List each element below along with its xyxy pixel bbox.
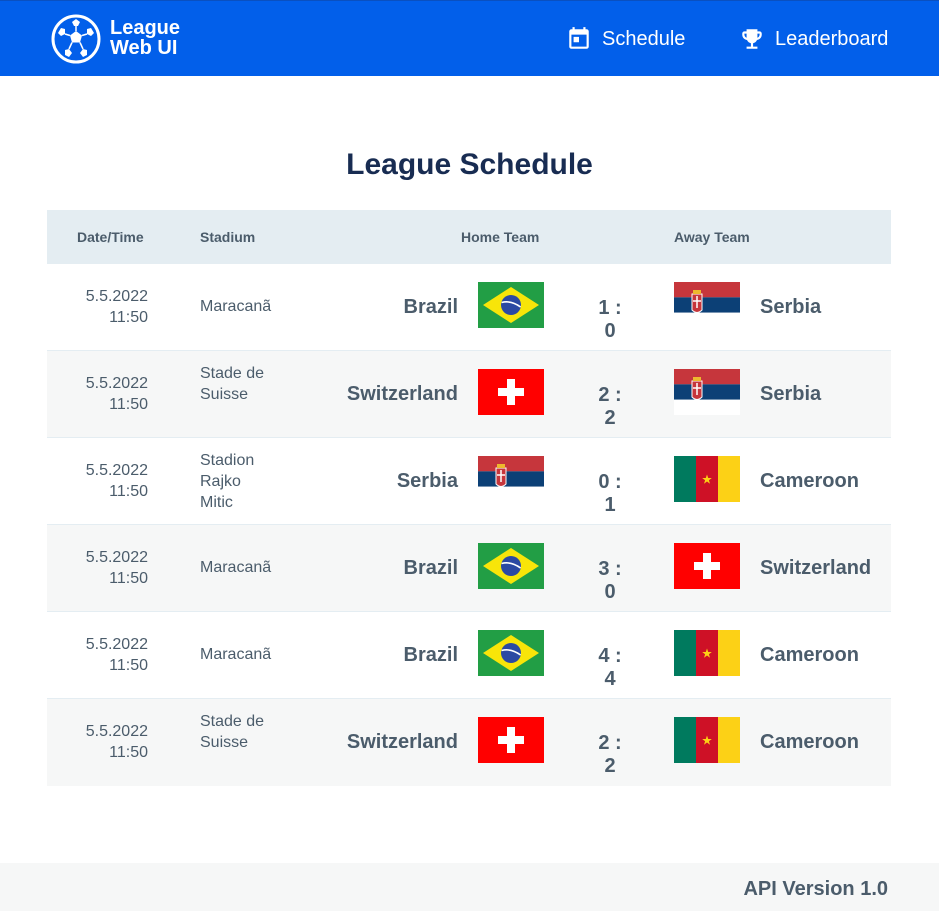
home-team-name: Brazil [403, 296, 458, 318]
away-team-name: Serbia [760, 296, 822, 318]
match-time: 11:50 [109, 744, 148, 761]
table-row[interactable]: 5.5.2022 11:50 Stadion Rajko Mitic Serbia 0 … [47, 438, 891, 525]
header-away-team: Away Team [674, 229, 750, 245]
brazil-flag-icon [478, 282, 544, 328]
match-stadium: Maracanã [200, 646, 272, 663]
match-score: 1 : 0 [598, 297, 622, 342]
match-time: 11:50 [109, 309, 148, 326]
match-date: 5.5.2022 [85, 288, 148, 305]
table-row[interactable]: 5.5.2022 11:50 Maracanã Brazil 4 : 4 Cameroon [47, 612, 891, 699]
match-datetime: 5.5.2022 11:50 [86, 373, 148, 415]
table-header: Date/Time Stadium Home Team Away Team [47, 210, 891, 264]
match-date: 5.5.2022 [85, 375, 148, 392]
match-stadium: Stade de Suisse [200, 713, 265, 751]
match-time: 11:50 [109, 396, 148, 413]
match-score: 2 : 2 [598, 384, 622, 429]
table-row[interactable]: 5.5.2022 11:50 Maracanã Brazil 3 : 0 Switzerl… [47, 525, 891, 612]
match-time: 11:50 [109, 483, 148, 500]
cameroon-flag-icon [674, 456, 740, 502]
header-datetime: Date/Time [77, 229, 144, 245]
logo-text: League Web UI [110, 18, 180, 58]
logo-line2: Web UI [110, 37, 178, 59]
logo-line1: League [110, 17, 181, 39]
match-stadium: Stadion Rajko Mitic [200, 452, 255, 511]
home-team-name: Brazil [403, 644, 458, 666]
switzerland-flag-icon [674, 543, 740, 589]
app-header: League Web UI Schedule Leaderboard [0, 0, 939, 76]
nav-leaderboard-label: Leaderboard [775, 27, 889, 50]
cameroon-flag-icon [674, 717, 740, 763]
table-body: 5.5.2022 11:50 Maracanã Brazil 1 : 0 Serbia 5.… [47, 264, 891, 786]
header-home-team: Home Team [461, 229, 540, 245]
match-datetime: 5.5.2022 11:50 [86, 460, 148, 502]
home-team-name: Switzerland [346, 383, 458, 405]
match-datetime: 5.5.2022 11:50 [86, 634, 148, 676]
match-date: 5.5.2022 [85, 636, 148, 653]
away-team-name: Cameroon [760, 470, 859, 492]
cameroon-flag-icon [674, 630, 740, 676]
match-datetime: 5.5.2022 11:50 [86, 547, 148, 589]
calendar-icon [569, 27, 589, 49]
schedule-table: Date/Time Stadium Home Team Away Team 5.… [47, 210, 891, 786]
nav-leaderboard-link[interactable]: Leaderboard [739, 1, 888, 77]
match-stadium: Stade de Suisse [200, 365, 265, 403]
away-team-name: Serbia [760, 383, 822, 405]
trophy-icon [742, 29, 762, 49]
match-datetime: 5.5.2022 11:50 [86, 721, 148, 763]
serbia-flag-icon [478, 456, 544, 502]
table-row[interactable]: 5.5.2022 11:50 Stade de Suisse Switzerland 2… [47, 351, 891, 438]
match-stadium: Maracanã [200, 298, 272, 315]
match-score: 4 : 4 [598, 645, 622, 690]
match-score: 3 : 0 [598, 558, 622, 603]
app-logo[interactable]: League Web UI [51, 14, 180, 64]
table-row[interactable]: 5.5.2022 11:50 Maracanã Brazil 1 : 0 Serbia [47, 264, 891, 351]
api-version: API Version 1.0 [743, 878, 888, 900]
home-team-name: Switzerland [346, 731, 458, 753]
table-row[interactable]: 5.5.2022 11:50 Stade de Suisse Switzerland 2… [47, 699, 891, 786]
match-score: 0 : 1 [598, 471, 622, 516]
home-team-name: Brazil [403, 557, 458, 579]
match-score: 2 : 2 [598, 732, 622, 777]
match-datetime: 5.5.2022 11:50 [86, 286, 148, 328]
match-time: 11:50 [109, 570, 148, 587]
page-title: League Schedule [346, 148, 593, 181]
match-stadium: Maracanã [200, 559, 272, 576]
match-date: 5.5.2022 [85, 462, 148, 479]
match-time: 11:50 [109, 657, 148, 674]
serbia-flag-icon [674, 369, 740, 415]
nav-schedule-link[interactable]: Schedule [566, 1, 685, 77]
soccer-ball-icon [51, 14, 101, 64]
away-team-name: Switzerland [760, 557, 872, 579]
serbia-flag-icon [674, 282, 740, 328]
home-team-name: Serbia [396, 470, 458, 492]
brazil-flag-icon [478, 543, 544, 589]
nav-schedule-label: Schedule [602, 27, 686, 50]
match-date: 5.5.2022 [85, 549, 148, 566]
app-footer: API Version 1.0 [0, 863, 939, 911]
header-stadium: Stadium [200, 229, 256, 245]
brazil-flag-icon [478, 630, 544, 676]
away-team-name: Cameroon [760, 731, 859, 753]
away-team-name: Cameroon [760, 644, 859, 666]
switzerland-flag-icon [478, 717, 544, 763]
match-date: 5.5.2022 [85, 723, 148, 740]
switzerland-flag-icon [478, 369, 544, 415]
